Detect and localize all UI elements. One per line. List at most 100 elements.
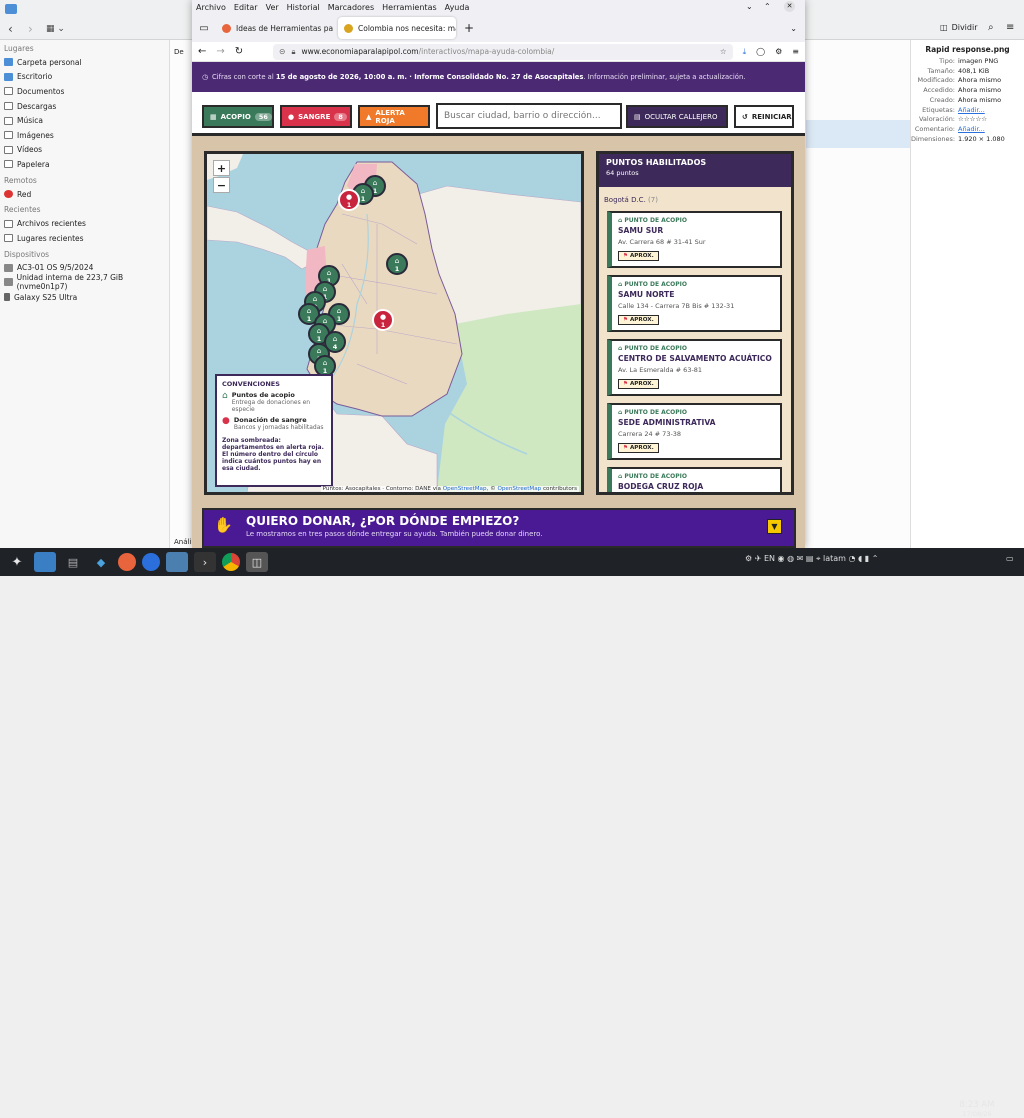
app-menu-icon[interactable] bbox=[5, 4, 17, 14]
extensions-icon[interactable]: ⚙ bbox=[775, 47, 782, 56]
account-icon[interactable]: ◯ bbox=[756, 47, 765, 56]
column-header[interactable]: De bbox=[174, 48, 184, 56]
file-manager-icon[interactable] bbox=[34, 552, 56, 572]
place-trash[interactable]: Papelera bbox=[0, 157, 169, 172]
settings-icon[interactable]: ▤ bbox=[62, 552, 84, 572]
language-indicator[interactable]: EN bbox=[764, 554, 775, 563]
search-input[interactable] bbox=[436, 103, 622, 129]
point-card[interactable]: ⌂ PUNTO DE ACOPIO BODEGA CRUZ ROJA bbox=[607, 467, 782, 492]
chrome-icon[interactable] bbox=[222, 553, 240, 571]
donate-banner[interactable]: ✋ QUIERO DONAR, ¿POR DÓNDE EMPIEZO? Le m… bbox=[202, 508, 796, 548]
filter-sangre-button[interactable]: ● SANGRE 8 bbox=[280, 105, 352, 128]
point-card[interactable]: ⌂ PUNTO DE ACOPIO SAMU SUR Av. Carrera 68 … bbox=[607, 211, 782, 268]
bookmark-star-icon[interactable]: ☆ bbox=[720, 47, 727, 56]
forward-icon[interactable]: › bbox=[28, 22, 33, 36]
point-card[interactable]: ⌂ PUNTO DE ACOPIO CENTRO DE SALVAMENTO AC… bbox=[607, 339, 782, 396]
approx-badge: ⚑ APROX. bbox=[618, 315, 659, 325]
back-icon[interactable]: ← bbox=[198, 46, 206, 57]
points-list-panel[interactable]: PUNTOS HABILITADOS 64 puntos Bogotá D.C.… bbox=[596, 151, 794, 495]
place-desktop[interactable]: Escritorio bbox=[0, 70, 169, 85]
place-network[interactable]: Red bbox=[0, 187, 169, 202]
point-card[interactable]: ⌂ PUNTO DE ACOPIO SEDE ADMINISTRATIVA Carr… bbox=[607, 403, 782, 460]
clock-icon: ◷ bbox=[202, 73, 208, 81]
store-icon[interactable]: ◆ bbox=[90, 552, 112, 572]
show-desktop-icon[interactable]: ▭ bbox=[1006, 554, 1014, 563]
tab-list-icon[interactable]: ▭ bbox=[196, 23, 212, 34]
new-tab-icon[interactable]: + bbox=[464, 21, 474, 35]
back-icon[interactable]: ‹ bbox=[8, 22, 13, 36]
filter-acopio-button[interactable]: ▦ ACOPIO 56 bbox=[202, 105, 274, 128]
recent-places[interactable]: Lugares recientes bbox=[0, 231, 169, 246]
minimize-icon[interactable]: ⌄ bbox=[746, 2, 753, 11]
maximize-icon[interactable]: ⌃ bbox=[764, 2, 771, 11]
url-bar[interactable]: ⊝ 🔒︎ www.economiaparalapipol.com/interac… bbox=[273, 43, 733, 60]
tray-icons[interactable]: ⚙ ✈ EN ◉ ◍ ✉ ▤ ⌖ latam ◔ ◖ ▮ ⌃ bbox=[745, 554, 878, 564]
hamburger-menu-icon[interactable]: ≡ bbox=[1006, 22, 1014, 33]
point-card[interactable]: ⌂ PUNTO DE ACOPIO SAMU NORTE Calle 134 - C… bbox=[607, 275, 782, 332]
point-address: Av. La Esmeralda # 63-81 bbox=[618, 366, 703, 374]
map-panel[interactable]: ⌂1⌂1●1⌂1⌂1⌂1⌂2⌂1⌂1⌂1●1⌂1⌂4⌂1⌂1 + − CONVE… bbox=[204, 151, 584, 495]
menu-archivo[interactable]: Archivo bbox=[196, 3, 226, 12]
app-menu-icon[interactable]: ≡ bbox=[792, 47, 799, 56]
device-phone[interactable]: Galaxy S25 Ultra bbox=[0, 290, 169, 305]
image-viewer-icon[interactable]: ◫ bbox=[246, 552, 268, 572]
info-row: Comentario: Añadir... bbox=[911, 125, 1024, 135]
pin-icon: ⚑ bbox=[623, 445, 630, 451]
place-home[interactable]: Carpeta personal bbox=[0, 55, 169, 70]
zoom-out-button[interactable]: − bbox=[213, 177, 230, 193]
site-info-icon[interactable]: ⊝ bbox=[279, 47, 285, 56]
search-icon[interactable]: ⌕ bbox=[988, 22, 994, 33]
osm-link[interactable]: OpenStreetMap bbox=[497, 486, 541, 492]
blood-marker[interactable]: ●1 bbox=[338, 189, 360, 211]
expand-chevron-icon[interactable]: ▼ bbox=[767, 519, 782, 534]
zoom-in-button[interactable]: + bbox=[213, 160, 230, 176]
menu-ver[interactable]: Ver bbox=[266, 3, 279, 12]
marker-count: 1 bbox=[347, 201, 352, 209]
tab-overflow-icon[interactable]: ⌄ bbox=[790, 24, 797, 33]
reset-button[interactable]: ↺ REINICIAR bbox=[734, 105, 794, 128]
info-value[interactable]: Añadir... bbox=[958, 125, 985, 135]
place-downloads[interactable]: Descargas bbox=[0, 99, 169, 114]
terminal-icon[interactable]: › bbox=[194, 552, 216, 572]
point-name: CENTRO DE SALVAMENTO ACUÁTICO bbox=[618, 354, 772, 363]
menu-herramientas[interactable]: Herramientas bbox=[382, 3, 437, 12]
place-documents[interactable]: Documentos bbox=[0, 84, 169, 99]
file-row-highlight[interactable] bbox=[806, 120, 910, 148]
info-key: Tamaño: bbox=[927, 66, 955, 75]
screenshot-tool-icon[interactable] bbox=[166, 552, 188, 572]
city-group-header[interactable]: Bogotá D.C. (7) bbox=[604, 196, 658, 204]
filter-alerta-button[interactable]: ▲ ALERTA ROJA bbox=[358, 105, 430, 128]
device-nvme[interactable]: Unidad interna de 223,7 GiB (nvme0n1p7) bbox=[0, 273, 169, 291]
home-icon: ⌂ bbox=[317, 347, 321, 355]
menu-editar[interactable]: Editar bbox=[234, 3, 258, 12]
reload-icon[interactable]: ↻ bbox=[235, 46, 243, 57]
menu-historial[interactable]: Historial bbox=[287, 3, 320, 12]
place-pictures[interactable]: Imágenes bbox=[0, 128, 169, 143]
place-music[interactable]: Música bbox=[0, 113, 169, 128]
osm-link[interactable]: OpenStreetMap bbox=[443, 486, 487, 492]
place-videos[interactable]: Vídeos bbox=[0, 143, 169, 158]
menu-ayuda[interactable]: Ayuda bbox=[445, 3, 470, 12]
vpn-icon[interactable] bbox=[142, 553, 160, 571]
forward-icon[interactable]: → bbox=[216, 46, 224, 57]
menu-marcadores[interactable]: Marcadores bbox=[328, 3, 374, 12]
split-view-button[interactable]: ◫ Dividir bbox=[940, 23, 978, 32]
close-window-icon[interactable]: ✕ bbox=[784, 1, 795, 12]
keyboard-layout[interactable]: latam bbox=[823, 554, 846, 563]
app-launcher-icon[interactable]: ✦ bbox=[6, 552, 28, 572]
tab-colombia[interactable]: Colombia nos necesita: ma✕ bbox=[338, 17, 456, 39]
navigation-bar: ← → ↻ ⊝ 🔒︎ www.economiaparalapipol.com/i… bbox=[192, 42, 805, 62]
acopio-marker[interactable]: ⌂1 bbox=[314, 355, 336, 377]
acopio-marker[interactable]: ⌂1 bbox=[386, 253, 408, 275]
info-value[interactable]: Añadir... bbox=[958, 106, 985, 116]
tab-ideas[interactable]: Ideas de Herramientas pa bbox=[216, 17, 334, 39]
info-value: imagen PNG bbox=[958, 57, 999, 65]
downloads-icon[interactable]: ⤓ bbox=[743, 47, 747, 57]
hide-streets-button[interactable]: ▤ OCULTAR CALLEJERO bbox=[626, 105, 728, 128]
blood-marker[interactable]: ●1 bbox=[372, 309, 394, 331]
firefox-icon[interactable] bbox=[118, 553, 136, 571]
view-mode-icon[interactable]: ▦ ⌄ bbox=[46, 24, 65, 34]
recent-files[interactable]: Archivos recientes bbox=[0, 216, 169, 231]
documents-icon bbox=[4, 87, 13, 96]
clock[interactable]: 8:23 AM 17/08/26 bbox=[958, 1101, 996, 1118]
